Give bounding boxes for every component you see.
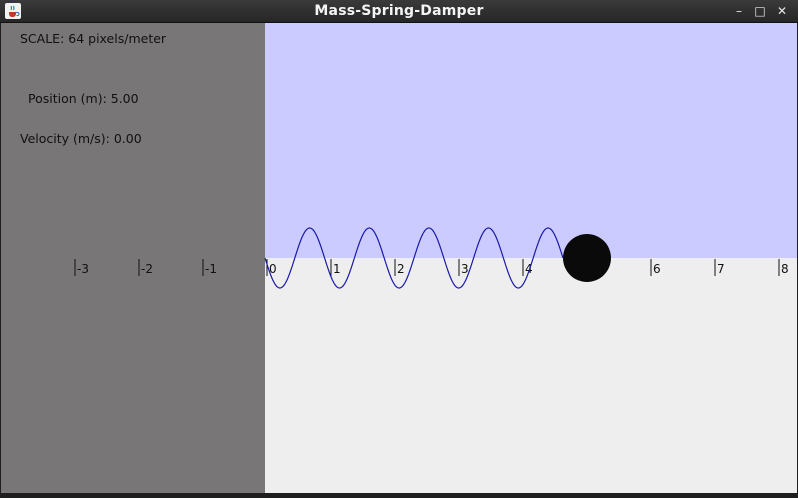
axis-tick-label: -3 bbox=[77, 262, 89, 276]
axis-tick-label: 1 bbox=[333, 262, 341, 276]
maximize-button[interactable]: □ bbox=[752, 3, 768, 19]
axis-tick-label: -1 bbox=[205, 262, 217, 276]
spring-coil bbox=[264, 227, 564, 289]
axis-tick-label: -2 bbox=[141, 262, 153, 276]
window-title: Mass-Spring-Damper bbox=[314, 3, 484, 19]
title-bar[interactable]: Mass-Spring-Damper – □ ✕ bbox=[0, 0, 798, 23]
close-button[interactable]: ✕ bbox=[774, 3, 790, 19]
app-window: Mass-Spring-Damper – □ ✕ SCALE: 64 pixel… bbox=[0, 0, 798, 498]
mass-ball[interactable] bbox=[563, 234, 611, 282]
simulation-canvas[interactable]: SCALE: 64 pixels/meter Position (m): 5.0… bbox=[1, 23, 797, 493]
minimize-button[interactable]: – bbox=[731, 3, 747, 19]
axis-tick-label: 2 bbox=[397, 262, 405, 276]
window-bottom-border bbox=[0, 493, 798, 498]
axis-ticks: -3-2-1012345678 bbox=[74, 259, 789, 276]
axis-tick-label: 8 bbox=[781, 262, 789, 276]
axis-tick-label: 3 bbox=[461, 262, 469, 276]
scene-drawing: -3-2-1012345678 bbox=[74, 227, 789, 289]
axis-tick-label: 6 bbox=[653, 262, 661, 276]
axis-tick-label: 7 bbox=[717, 262, 725, 276]
